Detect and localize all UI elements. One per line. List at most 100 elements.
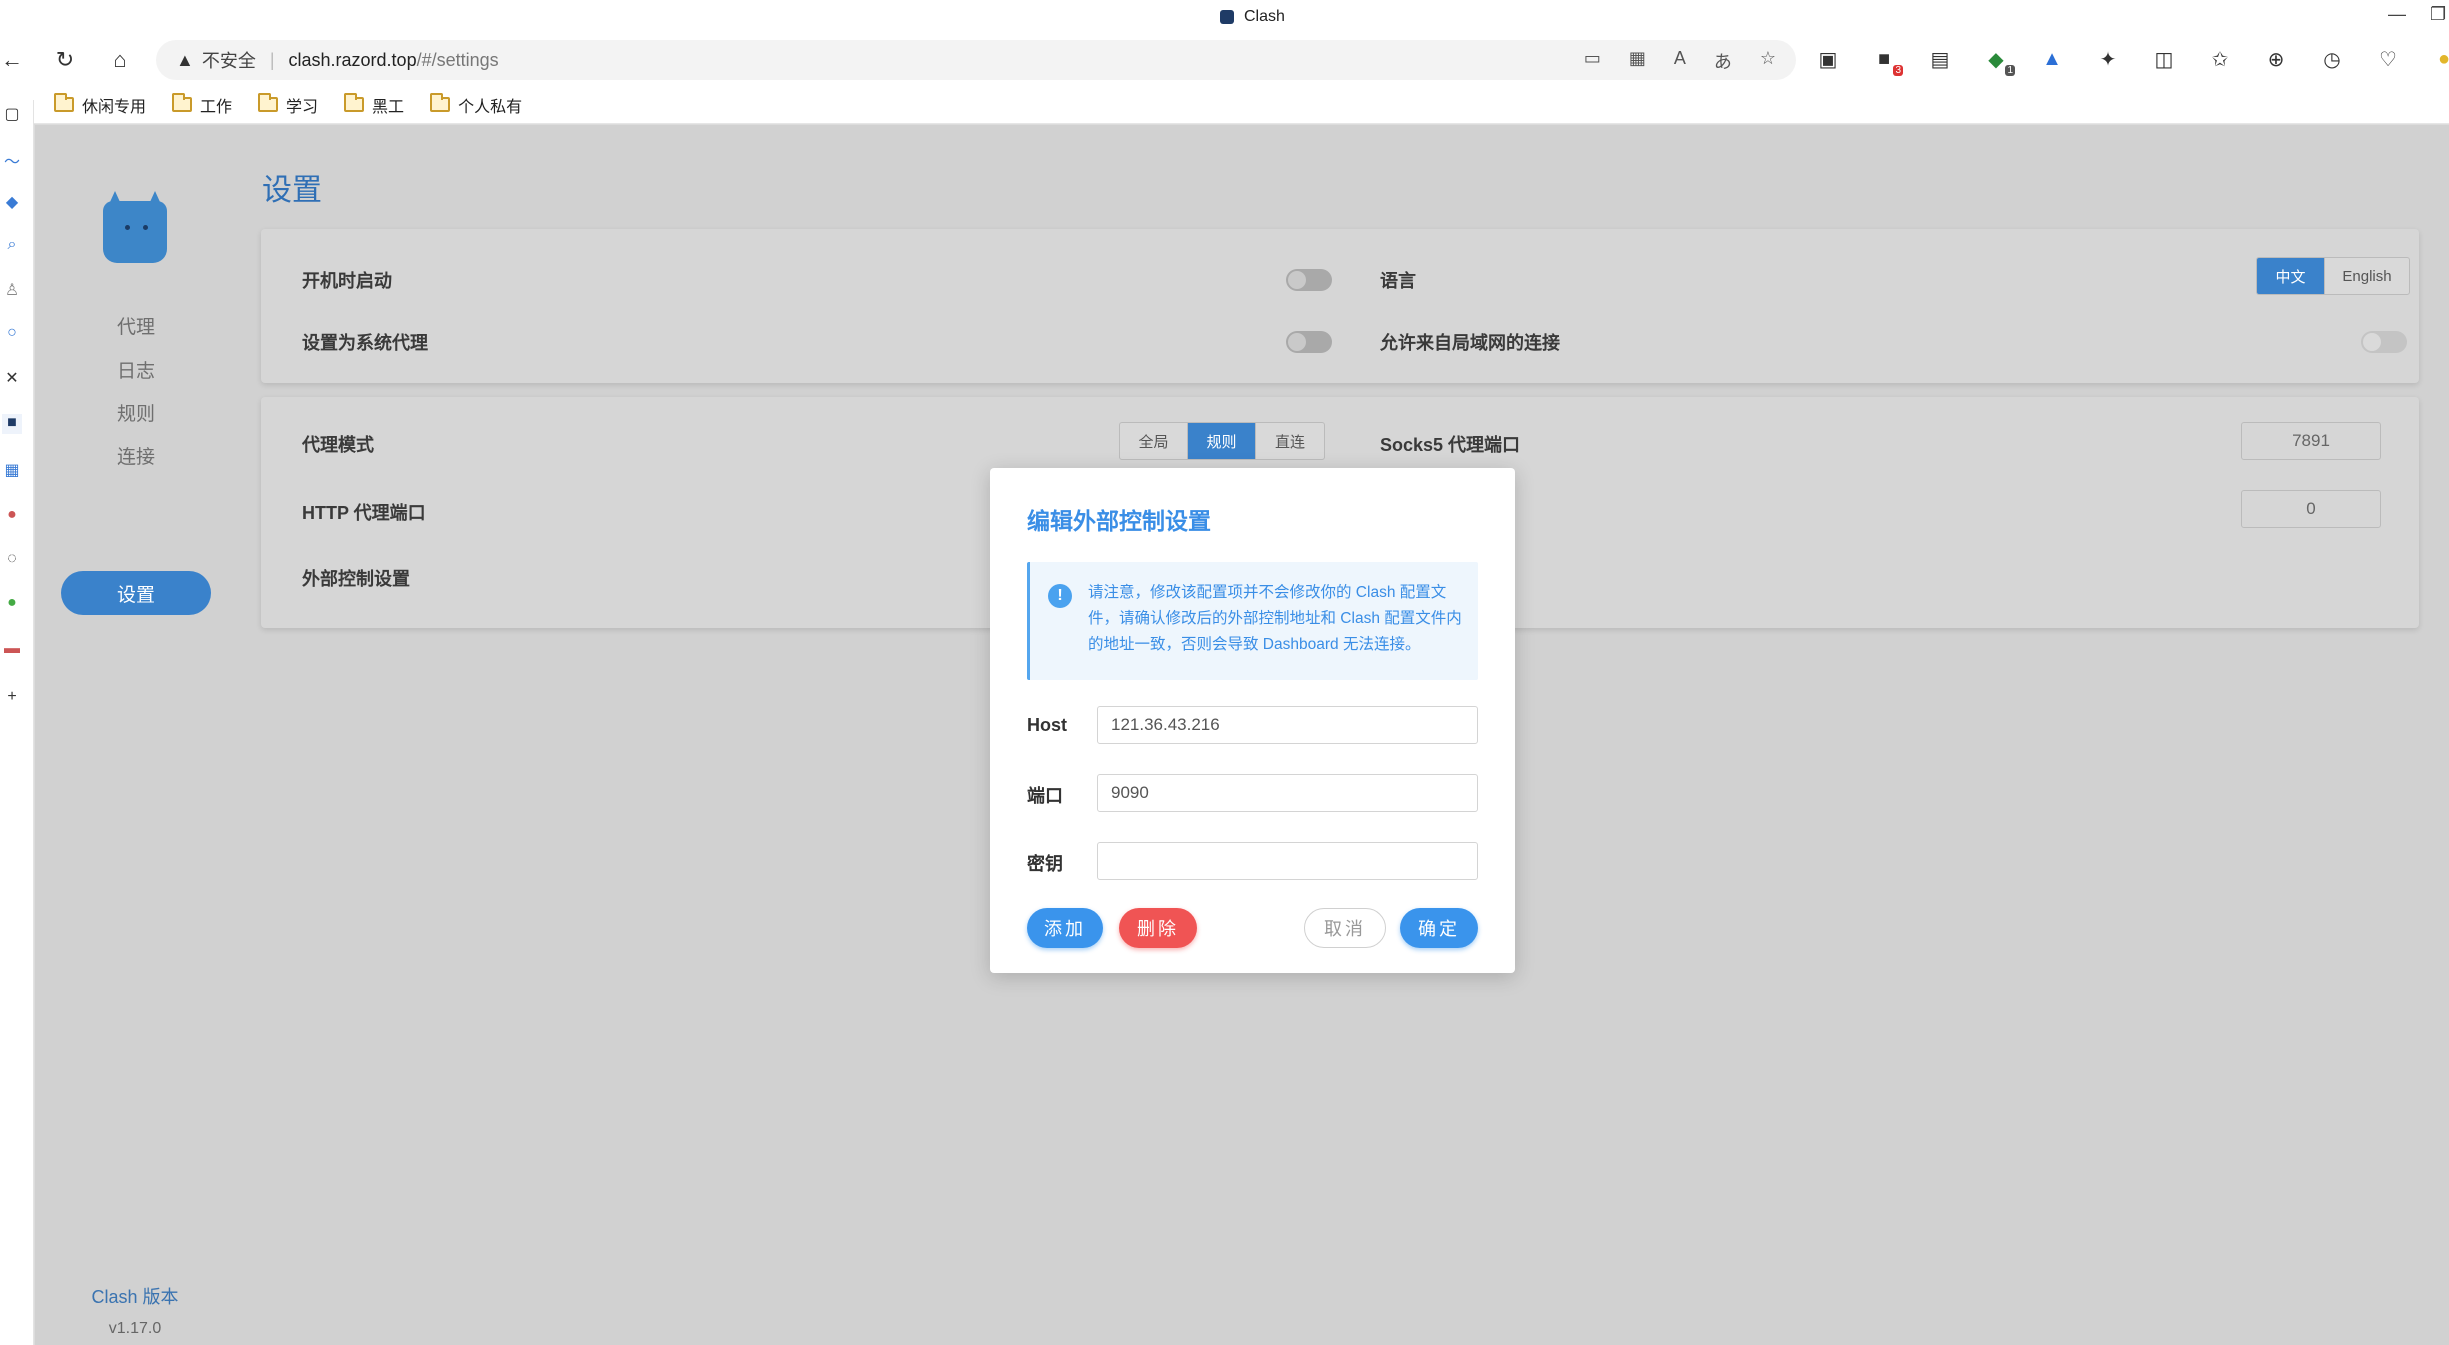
collections-add-icon[interactable]: ⊕ [2263,46,2289,72]
sidebar-app-icon[interactable]: ✕ [2,368,22,388]
address-bar-actions: ▭ ▦ A あ ☆ [1584,48,1776,74]
folder-icon [258,93,279,112]
bookmark-label: 个人私有 [458,98,523,116]
sidebar-app-icon[interactable]: ♙ [2,280,22,300]
sidebar-app-icon[interactable]: ● [2,506,22,526]
favorite-star-icon[interactable]: ☆ [1760,48,1776,74]
folder-icon [344,93,365,112]
add-button[interactable]: 添加 [1027,908,1103,948]
read-aloud-icon[interactable]: A [1674,48,1686,74]
history-icon[interactable]: ◷ [2319,46,2345,72]
allow-lan-toggle[interactable] [2361,331,2407,353]
reload-icon[interactable]: ↻ [49,44,81,76]
profile-avatar-icon[interactable]: ● [2431,46,2449,72]
url-host: clash.razord.top [288,49,417,70]
warning-icon[interactable]: ▲ [176,50,194,71]
delete-button[interactable]: 删除 [1119,908,1197,948]
dialog-title: 编辑外部控制设置 [1027,508,1211,534]
system-proxy-toggle[interactable] [1286,331,1332,353]
general-settings-card: 开机时启动 设置为系统代理 语言 中文 English 允许来自局域网的连接 [261,229,2419,383]
extension-badge-count: 3 [1893,65,1903,76]
folder-icon [172,93,193,112]
host-label: Host [1027,715,1067,735]
sidebar-github-icon[interactable]: ◌ [2,550,22,570]
translate-icon[interactable]: あ [1714,48,1732,74]
sidebar-item-connections[interactable]: 连接 [61,433,211,477]
confirm-button[interactable]: 确定 [1400,908,1478,948]
bookmark-label: 学习 [286,98,319,116]
sidebar-app-icon[interactable]: 〜 [2,148,22,171]
bookmark-folder[interactable]: 个人私有 [430,93,522,117]
startup-toggle[interactable] [1286,269,1332,291]
warning-alert: ! 请注意，修改该配置项并不会修改你的 Clash 配置文件，请确认修改后的外部… [1027,562,1478,680]
sidebar-app-icon[interactable]: ▬ [2,640,22,660]
socks5-port-label: Socks5 代理端口 [1380,435,1521,455]
shield-badge-count: 1 [2005,65,2015,76]
address-bar[interactable]: ▲ 不安全 | clash.razord.top/#/settings ▭ ▦ … [156,40,1796,80]
window-title-text: Clash [1244,8,1285,25]
secret-input[interactable] [1097,842,1478,880]
extension-badge-icon[interactable]: ■ 3 [1871,46,1903,76]
minimize-icon[interactable]: — [2388,4,2406,25]
bookmark-folder[interactable]: 工作 [172,93,232,117]
bookmark-folder[interactable]: 休闲专用 [54,93,146,117]
bookmark-label: 工作 [200,98,233,116]
sidebar-item-settings[interactable]: 设置 [61,571,211,615]
cancel-button[interactable]: 取消 [1304,908,1386,948]
collections-icon[interactable]: ▤ [1927,46,1953,72]
version-label: Clash 版本 [91,1287,179,1307]
system-proxy-label: 设置为系统代理 [302,333,428,353]
bookmark-label: 黑工 [372,98,405,116]
proxy-mode-rule[interactable]: 规则 [1188,423,1256,459]
page-title: 设置 [262,174,322,207]
language-option-zh[interactable]: 中文 [2257,258,2325,294]
bookmark-folder[interactable]: 学习 [258,93,318,117]
url-path: /#/settings [416,49,499,70]
app-sidebar: 代理 日志 规则 连接 设置 Clash 版本 v1.17.0 [35,125,235,1345]
sidebar-app-icon[interactable]: ○ [2,324,22,344]
port-input[interactable]: 9090 [1097,774,1478,812]
port-label: 端口 [1027,786,1063,806]
sidebar-clash-icon[interactable]: ■ [2,414,22,434]
tab-actions-icon[interactable]: ▢ [2,104,22,124]
qr-code-icon[interactable]: ▦ [1629,48,1646,74]
shield-extension-icon[interactable]: ◆ 1 [1983,46,2015,76]
proxy-mode-global[interactable]: 全局 [1120,423,1188,459]
allow-lan-label: 允许来自局域网的连接 [1380,333,1560,353]
http-port-label: HTTP 代理端口 [302,503,426,523]
sidebar-search-icon[interactable]: ⌕ [2,236,22,256]
version-value: v1.17.0 [108,1320,162,1337]
sidebar-item-logs[interactable]: 日志 [61,347,211,391]
favorites-icon[interactable]: ✩ [2207,46,2233,72]
mixed-port-input[interactable]: 0 [2241,490,2381,528]
home-icon[interactable]: ⌂ [104,44,136,76]
external-control-label[interactable]: 外部控制设置 [302,565,410,591]
sidebar-item-proxies[interactable]: 代理 [61,303,211,347]
language-option-en[interactable]: English [2325,258,2409,294]
puzzle-extensions-icon[interactable]: ✦ [2095,46,2121,72]
external-control-dialog: 编辑外部控制设置 ! 请注意，修改该配置项并不会修改你的 Clash 配置文件，… [990,468,1515,973]
back-icon[interactable]: ← [0,44,28,76]
sidebar-app-icon[interactable]: ◆ [2,192,22,212]
info-icon: ! [1048,584,1072,608]
sidebar-add-icon[interactable]: + [2,688,22,708]
folder-icon [54,93,74,112]
sidebar-app-icon[interactable]: ▦ [2,460,22,480]
sidebar-app-icon[interactable]: ● [2,594,22,614]
sidebar-item-rules[interactable]: 规则 [61,390,211,434]
split-screen-icon[interactable]: ◫ [2151,46,2177,72]
socks5-port-input[interactable]: 7891 [2241,422,2381,460]
host-input[interactable]: 121.36.43.216 [1097,706,1478,744]
language-label: 语言 [1380,271,1416,291]
extension-l-icon[interactable]: ▣ [1815,46,1841,72]
performance-icon[interactable]: ♡ [2375,46,2401,72]
proxy-mode-direct[interactable]: 直连 [1256,423,1324,459]
bookmark-folder[interactable]: 黑工 [344,93,404,117]
app-available-icon[interactable]: ▭ [1584,48,1601,74]
startup-label: 开机时启动 [302,271,392,291]
restore-icon[interactable]: ❐ [2430,4,2446,25]
bookmark-label: 休闲专用 [82,98,147,116]
profile-extension-icon[interactable]: ▲ [2039,46,2065,72]
clash-favicon-icon [1220,10,1234,24]
window-titlebar: Clash — ❐ [0,0,2449,34]
